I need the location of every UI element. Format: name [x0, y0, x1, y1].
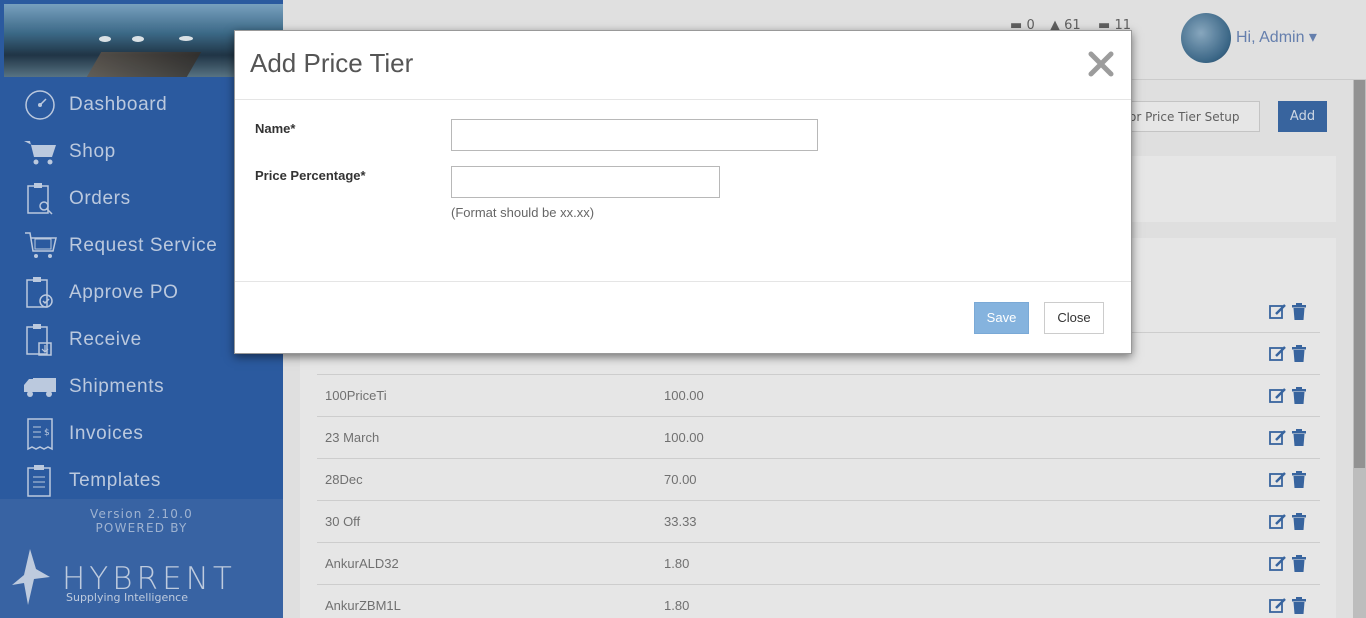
- close-button[interactable]: Close: [1044, 302, 1104, 334]
- format-help-text: (Format should be xx.xx): [451, 205, 595, 220]
- name-label: Name*: [255, 121, 296, 136]
- name-field[interactable]: [451, 119, 818, 151]
- modal-header: Add Price Tier: [235, 31, 1131, 100]
- price-percentage-label: Price Percentage*: [255, 168, 366, 183]
- save-button[interactable]: Save: [974, 302, 1029, 334]
- modal-title: Add Price Tier: [250, 48, 414, 78]
- modal-footer: Save Close: [235, 281, 1131, 354]
- add-price-tier-modal: Add Price Tier Name* Price Percentage* (…: [234, 30, 1132, 354]
- close-icon[interactable]: [1086, 49, 1116, 79]
- price-percentage-field[interactable]: [451, 166, 720, 198]
